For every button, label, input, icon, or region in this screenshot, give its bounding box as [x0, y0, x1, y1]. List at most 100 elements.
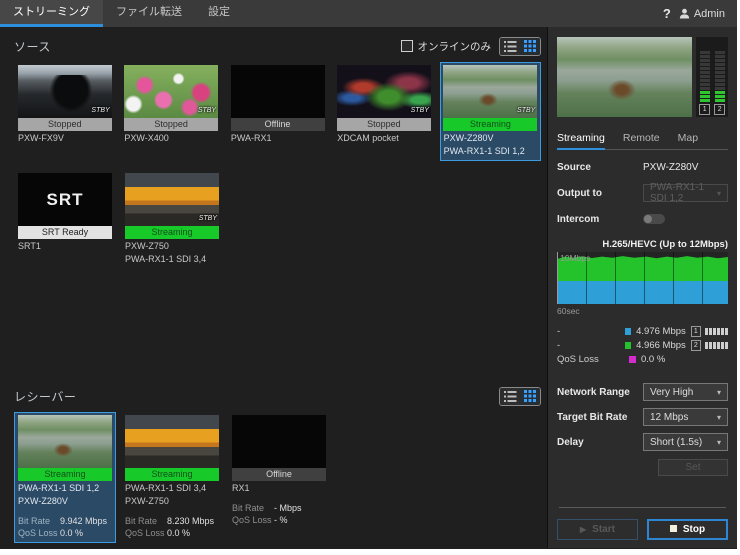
app-window: ストリーミングファイル転送設定 ? Admin ソース オンラインのみ: [0, 0, 737, 549]
tile-label: PWA-RX1-1 SDI 3,4: [125, 482, 219, 494]
stop-button[interactable]: Stop: [647, 519, 728, 540]
channel-number-badge: 2: [691, 340, 701, 351]
legend-value: 4.976 Mbps: [636, 326, 690, 337]
thumbnail: STBY: [337, 65, 431, 118]
legend-value: 0.0 %: [641, 354, 699, 365]
signal-bars-icon: [705, 342, 728, 349]
metric-value: 0.0 %: [167, 527, 190, 539]
online-only-filter[interactable]: オンラインのみ: [401, 39, 492, 54]
help-icon[interactable]: ?: [663, 6, 671, 21]
source-tile[interactable]: OfflinePWA-RX1: [227, 62, 328, 148]
setting-select-delay[interactable]: Short (1.5s)▾: [643, 433, 728, 451]
status-badge: Offline: [232, 468, 326, 481]
tile-label: XDCAM pocket: [337, 132, 430, 144]
status-badge: SRT Ready: [18, 226, 112, 239]
intercom-label: Intercom: [557, 214, 643, 225]
metric-value: - Mbps: [274, 502, 302, 514]
thumbnail: [125, 415, 219, 468]
output-to-label: Output to: [557, 188, 643, 199]
intercom-toggle[interactable]: [643, 214, 665, 224]
source-tile[interactable]: STBYStreamingPXW-Z750PWA-RX1-1 SDI 3,4: [121, 170, 223, 269]
top-tab-bar: ストリーミングファイル転送設定 ? Admin: [0, 0, 737, 27]
stop-icon: [670, 525, 677, 532]
source-tile[interactable]: STBYStoppedPXW-X400: [120, 62, 221, 148]
legend-left-label: -: [557, 326, 625, 337]
tile-label: PXW-FX9V: [18, 132, 111, 144]
thumbnail: STBY: [443, 65, 537, 118]
video-preview: [557, 37, 692, 117]
stby-badge: STBY: [517, 105, 535, 117]
list-view-button[interactable]: [500, 388, 520, 405]
receivers-section: レシーバー: [14, 385, 541, 543]
receivers-view-toggle: [499, 387, 541, 406]
thumbnail: [231, 65, 325, 118]
metric-label: Bit Rate: [232, 502, 274, 514]
thumbnail-text: SRT: [18, 173, 112, 226]
source-tile[interactable]: SRTSRT ReadySRT1: [14, 170, 116, 256]
tile-label: PWA-RX1-1 SDI 3,4: [125, 253, 219, 265]
stby-badge: STBY: [199, 213, 217, 225]
setting-select-target-bit-rate[interactable]: 12 Mbps▾: [643, 408, 728, 426]
receivers-title: レシーバー: [14, 388, 76, 405]
top-tab[interactable]: ファイル転送: [103, 0, 195, 27]
list-view-icon: [504, 41, 517, 52]
legend-left-label: -: [557, 340, 625, 351]
codec-title: H.265/HEVC (Up to 12Mbps): [557, 239, 728, 250]
status-badge: Stopped: [337, 118, 431, 131]
legend-swatch: [629, 356, 636, 363]
legend-row: -4.966 Mbps2: [557, 338, 728, 352]
legend-left-label: QoS Loss: [557, 354, 629, 365]
top-tab[interactable]: 設定: [195, 0, 243, 27]
legend-value: 4.966 Mbps: [636, 340, 690, 351]
play-icon: ▶: [580, 525, 586, 534]
receiver-tile[interactable]: StreamingPWA-RX1-1 SDI 1,2PXW-Z280VBit R…: [14, 412, 116, 543]
source-tile[interactable]: STBYStoppedPXW-FX9V: [14, 62, 115, 148]
metric-label: Bit Rate: [18, 515, 60, 527]
metric-value: 9.942 Mbps: [60, 515, 107, 527]
legend-row: -4.976 Mbps1: [557, 324, 728, 338]
channel-number-badge: 1: [699, 104, 710, 115]
sources-title: ソース: [14, 38, 51, 55]
start-button[interactable]: ▶Start: [557, 519, 638, 540]
set-button[interactable]: Set: [658, 459, 728, 476]
stop-button-label: Stop: [683, 524, 705, 535]
list-view-button[interactable]: [500, 38, 520, 55]
tile-metrics: Bit Rate9.942 MbpsQoS Loss0.0 %: [18, 515, 112, 539]
panel-tab-map[interactable]: Map: [678, 130, 698, 150]
user-menu[interactable]: Admin: [679, 8, 725, 20]
sources-section: ソース オンラインのみ: [14, 35, 541, 269]
main-content: ソース オンラインのみ: [0, 27, 547, 549]
panel-tabs: Streaming Remote Map: [557, 129, 728, 150]
status-badge: Stopped: [18, 118, 112, 131]
thumbnail: STBY: [125, 173, 219, 226]
status-badge: Streaming: [125, 226, 219, 239]
output-to-value: PWA-RX1-1 SDI 1,2: [650, 182, 717, 204]
setting-label: Network Range: [557, 387, 643, 398]
source-tile[interactable]: STBYStreamingPXW-Z280VPWA-RX1-1 SDI 1,2: [440, 62, 541, 161]
source-tile[interactable]: STBYStoppedXDCAM pocket: [333, 62, 434, 148]
audio-meter-channel: 1: [699, 40, 710, 115]
grid-view-button[interactable]: [520, 38, 540, 55]
channel-number-badge: 1: [691, 326, 701, 337]
stby-badge: STBY: [411, 105, 429, 117]
audio-level-meters: 12: [696, 37, 728, 117]
top-tab[interactable]: ストリーミング: [0, 0, 103, 27]
setting-label: Target Bit Rate: [557, 412, 643, 423]
chevron-down-icon: ▾: [717, 413, 721, 422]
setting-select-network-range[interactable]: Very High▾: [643, 383, 728, 401]
chevron-down-icon: ▾: [717, 189, 721, 198]
status-badge: Streaming: [125, 468, 219, 481]
graph-y-label: 10Mbps: [560, 253, 590, 263]
receiver-tile[interactable]: OfflineRX1Bit Rate- MbpsQoS Loss- %: [228, 412, 330, 530]
tile-metrics: Bit Rate8.230 MbpsQoS Loss0.0 %: [125, 515, 219, 539]
detail-panel: 12 StreamingRemoteMap Source PXW-Z280V O…: [547, 27, 737, 548]
output-to-select[interactable]: PWA-RX1-1 SDI 1,2 ▾: [643, 184, 728, 202]
panel-tab-streaming[interactable]: Streaming: [557, 130, 605, 150]
sources-row-1: STBYStoppedPXW-FX9VSTBYStoppedPXW-X400Of…: [14, 62, 541, 161]
online-only-checkbox[interactable]: [401, 40, 413, 52]
receiver-tile[interactable]: StreamingPWA-RX1-1 SDI 3,4PXW-Z750Bit Ra…: [121, 412, 223, 543]
stby-badge: STBY: [91, 105, 109, 117]
panel-tab-remote[interactable]: Remote: [623, 130, 660, 150]
tile-label: PWA-RX1-1 SDI 1,2: [444, 145, 537, 157]
grid-view-button[interactable]: [520, 388, 540, 405]
